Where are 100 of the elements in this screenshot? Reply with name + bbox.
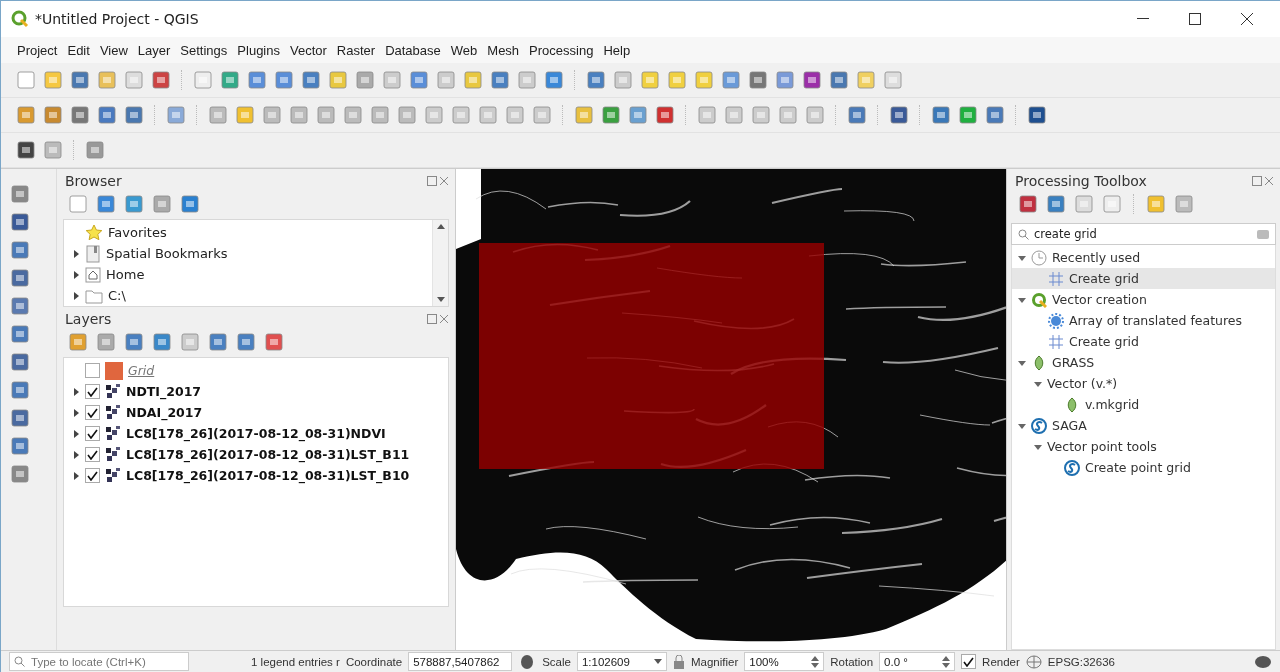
render-checkbox[interactable] — [961, 654, 977, 669]
coordinate-field[interactable]: 578887,5407862 — [408, 652, 513, 671]
tool-icon[interactable] — [801, 69, 823, 91]
layer-checkbox[interactable] — [85, 405, 100, 420]
scroll-up-icon[interactable] — [436, 224, 445, 229]
tool-icon[interactable] — [9, 211, 31, 233]
scroll-down-icon[interactable] — [436, 297, 445, 302]
layer-checkbox[interactable] — [85, 468, 100, 483]
panel-close-icon[interactable] — [427, 176, 449, 186]
menu-item[interactable]: Help — [599, 40, 635, 60]
menu-item[interactable]: Database — [381, 40, 445, 60]
tool-icon[interactable] — [747, 69, 769, 91]
browser-item[interactable]: Home — [64, 264, 432, 285]
magnifier-field[interactable]: 100% — [744, 652, 825, 671]
tool-icon[interactable] — [123, 104, 145, 126]
map-layer-row[interactable]: LC8[178_26](2017-08-12_08-31)LST_B11 — [64, 444, 448, 465]
tool-icon[interactable] — [828, 69, 850, 91]
tool-icon[interactable] — [654, 104, 676, 126]
tool-icon[interactable] — [96, 104, 118, 126]
locate-field[interactable]: Type to locate (Ctrl+K) — [9, 652, 189, 671]
browser-item[interactable]: C:\ — [64, 285, 432, 306]
collapse-arrow-icon[interactable] — [72, 450, 80, 459]
expand-arrow-icon[interactable] — [1018, 358, 1026, 367]
group-item[interactable]: GRASS — [1012, 352, 1275, 373]
group-item[interactable]: Vector (v.*) — [1012, 373, 1275, 394]
tool-icon[interactable] — [9, 351, 31, 373]
expand-arrow-icon[interactable] — [1018, 421, 1026, 430]
menu-item[interactable]: Vector — [286, 40, 331, 60]
rotation-field[interactable]: 0.0 ° — [879, 652, 956, 671]
tool-icon[interactable] — [9, 239, 31, 261]
layer-checkbox[interactable] — [85, 426, 100, 441]
scale-field[interactable]: 1:102609 — [576, 652, 667, 671]
panel-close-icon[interactable] — [1252, 176, 1274, 186]
layer-checkbox[interactable] — [85, 384, 100, 399]
tool-icon[interactable] — [846, 104, 868, 126]
map-layer-row[interactable]: LC8[178_26](2017-08-12_08-31)LST_B10 — [64, 465, 448, 486]
menu-item[interactable]: Plugins — [233, 40, 284, 60]
panel-close-icon[interactable] — [427, 314, 449, 324]
tool-icon[interactable] — [9, 323, 31, 345]
expand-arrow-icon[interactable] — [1018, 253, 1026, 262]
clear-icon[interactable] — [1257, 229, 1269, 239]
tool-icon[interactable] — [207, 331, 229, 353]
tool-icon[interactable] — [984, 104, 1006, 126]
layer-checkbox[interactable] — [85, 447, 100, 462]
tool-icon[interactable] — [179, 193, 201, 215]
menu-item[interactable]: Raster — [332, 40, 380, 60]
scrollbar[interactable] — [432, 220, 448, 306]
menu-item[interactable]: View — [95, 40, 132, 60]
group-item[interactable]: Recently used — [1012, 247, 1275, 268]
tool-icon[interactable] — [888, 104, 910, 126]
map-layer-row[interactable]: Grid — [64, 360, 448, 381]
tool-icon[interactable] — [585, 69, 607, 91]
map-layer-row[interactable]: NDAI_2017 — [64, 402, 448, 423]
lock-icon[interactable] — [672, 654, 685, 669]
menu-item[interactable]: Project — [13, 40, 62, 60]
globe-icon[interactable] — [1025, 654, 1042, 669]
algorithm-item[interactable]: Create grid — [1012, 268, 1275, 289]
tool-icon[interactable] — [489, 69, 511, 91]
search-field[interactable]: create grid — [1011, 223, 1276, 245]
collapse-arrow-icon[interactable] — [72, 408, 80, 417]
tool-icon[interactable] — [150, 69, 172, 91]
tool-icon[interactable] — [69, 69, 91, 91]
group-item[interactable]: Vector creation — [1012, 289, 1275, 310]
tool-icon[interactable] — [1026, 104, 1048, 126]
tool-icon[interactable] — [1017, 193, 1039, 215]
crs-label[interactable]: EPSG:32636 — [1047, 655, 1115, 668]
algorithm-item[interactable]: Array of translated features — [1012, 310, 1275, 331]
menu-item[interactable]: Web — [446, 40, 482, 60]
menu-item[interactable]: Edit — [63, 40, 94, 60]
browser-item[interactable]: Favorites — [64, 222, 432, 243]
collapse-arrow-icon[interactable] — [72, 291, 80, 300]
tool-icon[interactable] — [69, 104, 91, 126]
group-item[interactable]: Vector point tools — [1012, 436, 1275, 457]
tool-icon[interactable] — [123, 331, 145, 353]
algorithm-item[interactable]: v.mkgrid — [1012, 394, 1275, 415]
group-item[interactable]: SAGA — [1012, 415, 1275, 436]
tool-icon[interactable] — [9, 295, 31, 317]
map-layer-row[interactable]: LC8[178_26](2017-08-12_08-31)NDVI — [64, 423, 448, 444]
algorithm-item[interactable]: Create grid — [1012, 331, 1275, 352]
menu-item[interactable]: Layer — [133, 40, 175, 60]
map-layer-row[interactable]: NDTI_2017 — [64, 381, 448, 402]
layer-checkbox[interactable] — [85, 363, 100, 378]
collapse-arrow-icon[interactable] — [72, 270, 80, 279]
tool-icon[interactable] — [300, 69, 322, 91]
tool-icon[interactable] — [15, 139, 37, 161]
expand-arrow-icon[interactable] — [1034, 442, 1042, 451]
browser-item[interactable]: Spatial Bookmarks — [64, 243, 432, 264]
tool-icon[interactable] — [9, 435, 31, 457]
menu-item[interactable]: Processing — [525, 40, 598, 60]
collapse-arrow-icon[interactable] — [72, 249, 80, 258]
tool-icon[interactable] — [9, 379, 31, 401]
tool-icon[interactable] — [930, 104, 952, 126]
collapse-arrow-icon[interactable] — [72, 429, 80, 438]
tool-icon[interactable] — [9, 407, 31, 429]
menu-item[interactable]: Settings — [176, 40, 232, 60]
expand-arrow-icon[interactable] — [1018, 295, 1026, 304]
menu-item[interactable]: Mesh — [483, 40, 524, 60]
tool-icon[interactable] — [9, 267, 31, 289]
tool-icon[interactable] — [235, 331, 257, 353]
collapse-arrow-icon[interactable] — [72, 387, 80, 396]
